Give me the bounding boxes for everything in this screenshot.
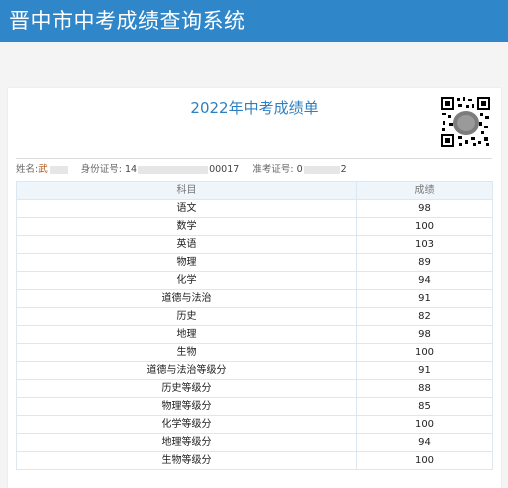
app-header: 晋中市中考成绩查询系统 <box>0 0 508 42</box>
score-cell: 98 <box>356 199 493 218</box>
score-cell: 94 <box>356 271 493 290</box>
subject-cell: 化学等级分 <box>16 415 357 434</box>
student-info: 姓名:武 身份证号: 14 00017 准考证号: 0 2 <box>16 158 492 181</box>
score-cell: 100 <box>356 415 493 434</box>
table-row: 历史 82 <box>16 307 493 326</box>
score-cell: 98 <box>356 325 493 344</box>
score-cell: 82 <box>356 307 493 326</box>
id-suffix: 00017 <box>209 164 240 175</box>
table-row: 地理 98 <box>16 325 493 344</box>
table-row: 物理等级分 85 <box>16 397 493 416</box>
subject-cell: 道德与法治等级分 <box>16 361 357 380</box>
id-redaction <box>138 166 209 174</box>
score-cell: 94 <box>356 433 493 452</box>
name-label: 姓名: <box>16 164 39 175</box>
column-header-score: 成绩 <box>356 181 493 200</box>
exam-redaction <box>303 166 340 174</box>
score-table: 科目 成绩 语文 98 数学 100 英语 103 物理 89 化学 94 道德与法治 91… <box>16 181 493 470</box>
subject-cell: 数学 <box>16 217 357 236</box>
subject-cell: 语文 <box>16 199 357 218</box>
subject-cell: 生物等级分 <box>16 451 357 470</box>
table-row: 道德与法治 91 <box>16 289 493 308</box>
score-cell: 100 <box>356 217 493 236</box>
score-cell: 91 <box>356 289 493 308</box>
subject-cell: 历史等级分 <box>16 379 357 398</box>
score-cell: 103 <box>356 235 493 254</box>
subject-cell: 地理等级分 <box>16 433 357 452</box>
score-cell: 91 <box>356 361 493 380</box>
subject-cell: 地理 <box>16 325 357 344</box>
table-row: 物理 89 <box>16 253 493 272</box>
subject-cell: 物理 <box>16 253 357 272</box>
id-label: 身份证号: <box>80 164 122 175</box>
subject-cell: 历史 <box>16 307 357 326</box>
result-card: 2022年中考成绩单 姓名:武 身份证号: 14 00017 准考证号: 0 2… <box>8 88 501 488</box>
subject-cell: 英语 <box>16 235 357 254</box>
table-row: 历史等级分 88 <box>16 379 493 398</box>
table-row: 英语 103 <box>16 235 493 254</box>
exam-suffix: 2 <box>340 164 347 175</box>
score-cell: 88 <box>356 379 493 398</box>
table-row: 地理等级分 94 <box>16 433 493 452</box>
name-value: 武 <box>38 164 48 175</box>
exam-label: 准考证号: <box>252 164 294 175</box>
table-row: 数学 100 <box>16 217 493 236</box>
table-row: 道德与法治等级分 91 <box>16 361 493 380</box>
subject-cell: 道德与法治 <box>16 289 357 308</box>
subject-cell: 化学 <box>16 271 357 290</box>
table-row: 化学 94 <box>16 271 493 290</box>
table-header-row: 科目 成绩 <box>16 181 493 200</box>
score-cell: 89 <box>356 253 493 272</box>
table-row: 生物 100 <box>16 343 493 362</box>
subject-cell: 物理等级分 <box>16 397 357 416</box>
qr-code-icon <box>440 96 491 148</box>
app-title: 晋中市中考成绩查询系统 <box>9 9 246 33</box>
table-row: 化学等级分 100 <box>16 415 493 434</box>
column-header-subject: 科目 <box>16 181 357 200</box>
exam-prefix: 0 <box>296 164 303 175</box>
name-redaction <box>49 166 68 174</box>
table-row: 生物等级分 100 <box>16 451 493 470</box>
page-title: 2022年中考成绩单 <box>190 99 319 117</box>
score-cell: 100 <box>356 451 493 470</box>
score-cell: 85 <box>356 397 493 416</box>
subject-cell: 生物 <box>16 343 357 362</box>
id-prefix: 14 <box>124 164 138 175</box>
score-cell: 100 <box>356 343 493 362</box>
table-row: 语文 98 <box>16 199 493 218</box>
